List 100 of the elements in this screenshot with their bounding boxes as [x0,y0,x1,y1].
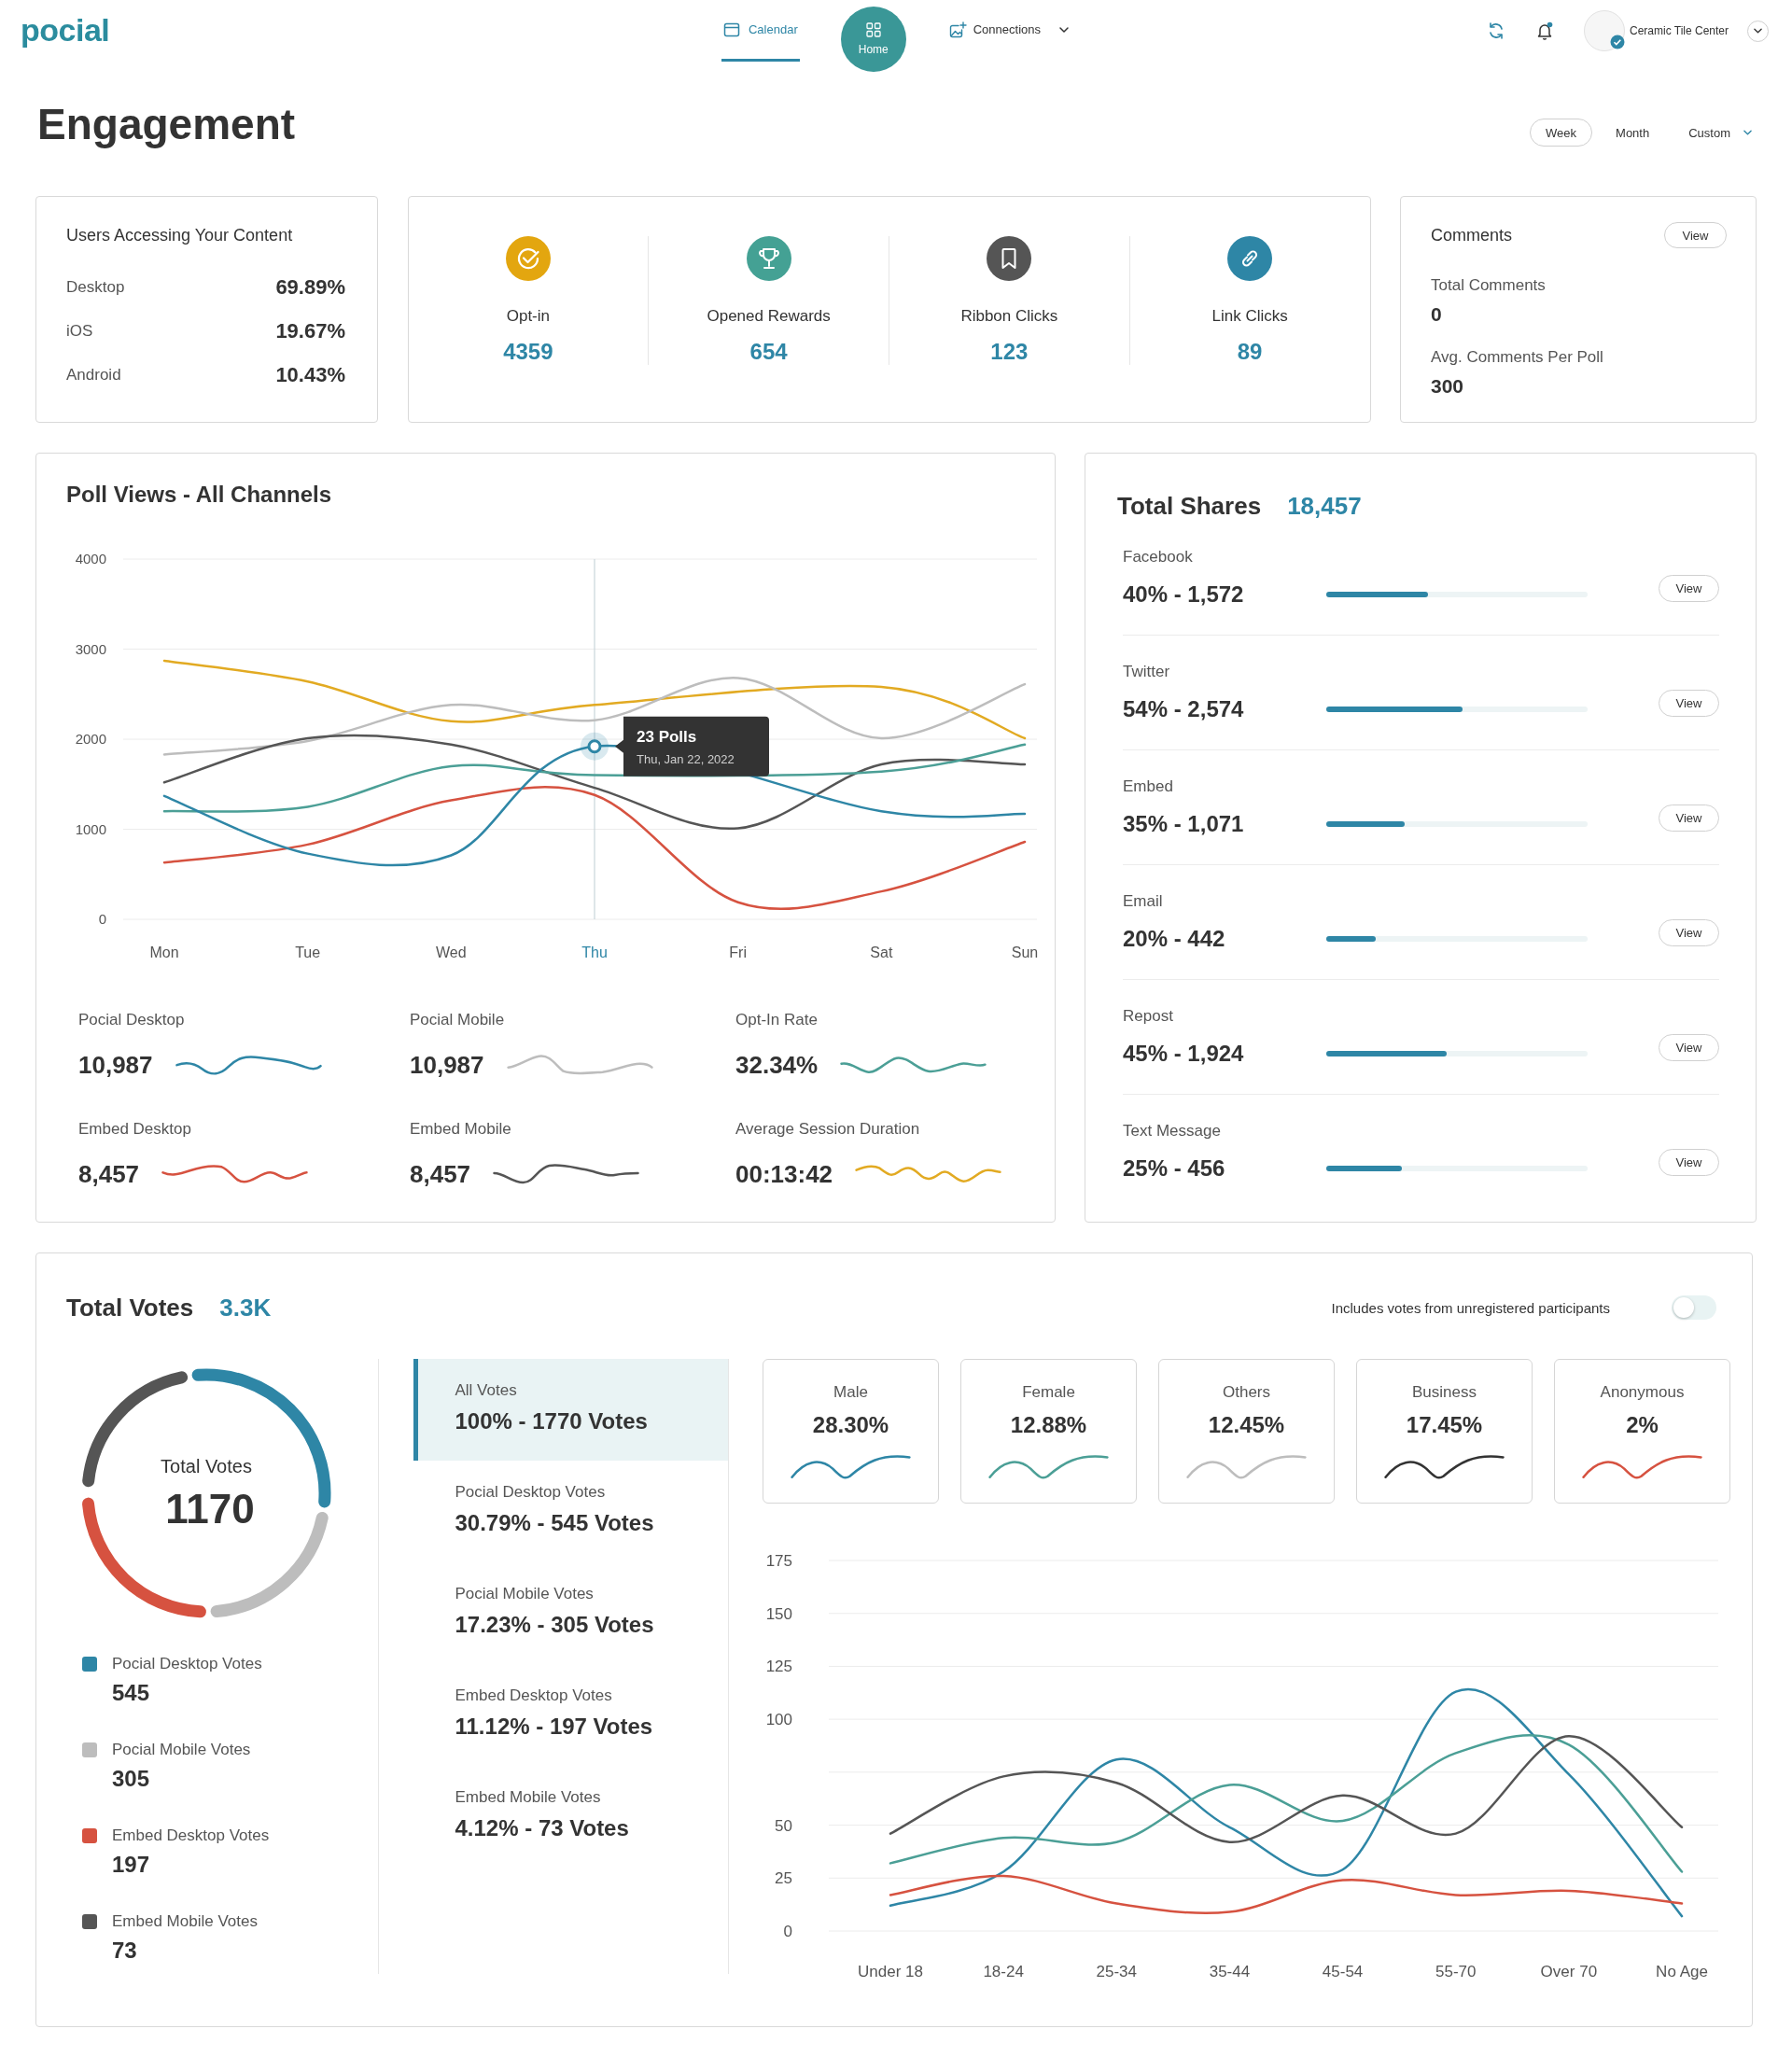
x-axis-label: Fri [729,945,747,960]
vote-filter-item[interactable]: Embed Desktop Votes 11.12% - 197 Votes [413,1664,728,1766]
share-value: 45% - 1,924 [1123,1041,1245,1067]
chevron-down-icon [1754,28,1762,34]
metric-value: 654 [749,339,788,365]
share-value: 25% - 456 [1123,1155,1226,1182]
account-name: Ceramic Tile Center [1629,24,1729,37]
x-axis-label: Sat [870,945,893,960]
y-axis-label: 0 [783,1923,792,1940]
x-axis-label: Thu [581,945,608,960]
legend-value: 73 [112,1938,138,1964]
legend-value: 545 [112,1680,151,1706]
legend-value: 305 [112,1766,151,1792]
toggle-label: Includes votes from unregistered participants [1331,1299,1610,1316]
toggle-switch[interactable] [1672,1295,1716,1320]
range-dropdown[interactable]: Custom [1673,119,1757,147]
device-label: Desktop [66,277,125,297]
legend-label: Embed Desktop Votes [112,1826,270,1845]
x-axis-label: 35-44 [1209,1963,1251,1980]
caret-icon [1059,26,1069,33]
stat-label: Opt-In Rate [735,1011,819,1029]
metric-value: 123 [990,339,1029,365]
y-axis-label: 100 [765,1711,792,1729]
vote-filter-item[interactable]: Pocial Desktop Votes 30.79% - 545 Votes [413,1461,728,1562]
x-axis-label: Sun [1011,945,1039,960]
segment-label: Anonymous [1600,1383,1685,1402]
card-title: Poll Views - All Channels [66,482,333,508]
account-menu-button[interactable] [1747,20,1769,42]
view-button[interactable]: View [1659,1149,1719,1176]
avatar[interactable] [1583,10,1625,51]
y-axis-label: 25 [775,1869,792,1888]
device-label: iOS [66,321,93,341]
stat-label: Embed Desktop [78,1120,192,1139]
stat-value: 10,987 [78,1051,153,1079]
vote-filter-item[interactable]: All Votes 100% - 1770 Votes [413,1359,728,1461]
card-title: Users Accessing Your Content [66,225,294,245]
card-title: Total Votes [66,1294,194,1322]
device-value: 69.89% [275,274,345,300]
view-button[interactable]: View [1659,919,1719,946]
y-axis-label: 125 [765,1658,792,1676]
view-button[interactable]: View [1664,222,1727,248]
stat-label: Pocial Mobile [410,1011,506,1029]
stat-value: 00:13:42 [735,1160,833,1188]
x-axis-label: Wed [436,945,467,960]
share-label: Embed [1123,777,1174,796]
vote-filter-item[interactable]: Pocial Mobile Votes 17.23% - 305 Votes [413,1562,728,1664]
range-option[interactable]: Month [1600,119,1666,147]
metric-value: 4359 [503,339,553,365]
y-axis-label: 50 [775,1816,792,1835]
x-axis-label: 18-24 [983,1963,1024,1980]
view-button[interactable]: View [1659,1034,1719,1061]
x-axis-label: Under 18 [858,1963,923,1980]
legend-value: 197 [112,1852,151,1878]
stat-value: 0 [1431,302,1443,327]
nav-dropdown[interactable]: Connections [946,0,1071,62]
chevron-down-icon [1743,130,1752,135]
calendar-icon [722,21,740,37]
stat-value: 300 [1431,374,1465,399]
share-value: 20% - 442 [1123,926,1226,952]
legend-label: Pocial Mobile Votes [112,1741,251,1759]
total-value: 3.3K [219,1294,272,1322]
y-axis-label: 2000 [75,731,106,747]
share-value: 54% - 2,574 [1123,696,1245,722]
x-axis-label: No Age [1656,1963,1708,1980]
segment-value: 12.88% [1010,1412,1087,1438]
stat-label: Total Comments [1431,276,1547,295]
share-label: Text Message [1123,1122,1222,1140]
metric-label: Ribbon Clicks [960,307,1058,326]
y-axis-label: 175 [765,1552,792,1570]
view-button[interactable]: View [1659,690,1719,717]
card-title: Comments [1431,225,1513,245]
x-axis-label: Tue [295,945,321,960]
tooltip-title: 23 Polls [637,727,697,746]
legend-label: Pocial Desktop Votes [112,1655,262,1673]
view-button[interactable]: View [1659,805,1719,832]
segment-label: Business [1412,1383,1477,1402]
share-value: 35% - 1,071 [1123,811,1245,837]
stat-label: Avg. Comments Per Poll [1431,348,1604,367]
metric-value: 89 [1237,339,1263,365]
stat-value: 8,457 [410,1160,471,1188]
stat-value: 32.34% [735,1051,819,1079]
view-button[interactable]: View [1659,575,1719,602]
grid-icon [865,22,881,37]
stat-label: Pocial Desktop [78,1011,186,1029]
share-label: Facebook [1123,548,1194,567]
device-value: 19.67% [275,318,345,343]
logo[interactable]: pocial [21,11,110,49]
x-axis-label: Mon [149,945,179,960]
stat-value: 10,987 [410,1051,484,1079]
y-axis-label: 0 [98,911,106,927]
donut-label: Total Votes [161,1456,252,1476]
stat-value: 8,457 [78,1160,140,1188]
nav-tab[interactable]: Calendar [721,0,800,62]
vote-filter-item[interactable]: Embed Mobile Votes 4.12% - 73 Votes [413,1766,728,1868]
y-axis-label: 150 [765,1604,792,1623]
legend-label: Embed Mobile Votes [112,1912,258,1931]
image-plus-icon [948,21,966,38]
metric-label: Link Clicks [1211,307,1288,326]
y-axis-label: 1000 [75,820,106,837]
segment-value: 2% [1626,1412,1659,1438]
